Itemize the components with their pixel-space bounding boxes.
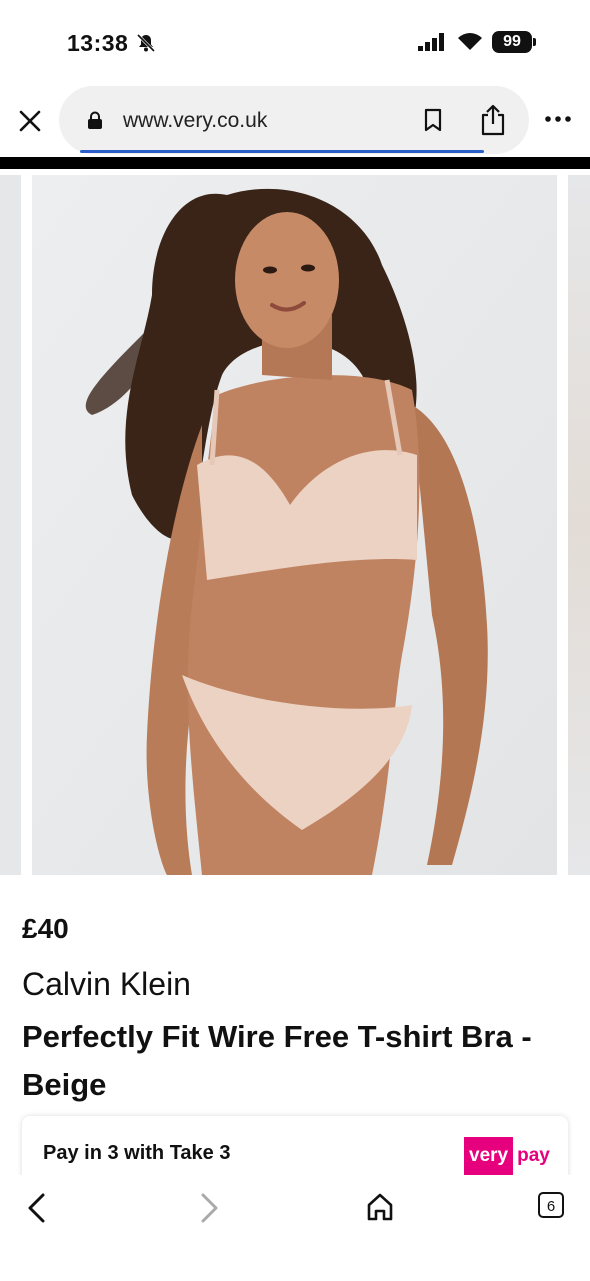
battery-indicator: 99 xyxy=(492,31,532,53)
lock-icon xyxy=(88,111,102,129)
site-header-strip xyxy=(0,157,590,169)
forward-icon[interactable] xyxy=(195,1192,221,1224)
product-image[interactable] xyxy=(32,175,557,875)
model-photo-illustration xyxy=(32,175,557,875)
more-icon[interactable] xyxy=(545,115,571,123)
status-bar: 13:38 99 xyxy=(0,0,590,86)
pay-logo-text: pay xyxy=(517,1145,550,1166)
very-logo-text: very xyxy=(464,1137,514,1175)
home-icon[interactable] xyxy=(366,1192,394,1222)
previous-product-image[interactable] xyxy=(0,175,21,875)
product-price: £40 xyxy=(22,913,69,944)
bookmark-icon[interactable] xyxy=(423,108,443,132)
next-product-image[interactable] xyxy=(568,175,590,875)
battery-tip xyxy=(533,38,536,46)
pay-in-3-text: Pay in 3 with Take 3 xyxy=(43,1142,231,1164)
browser-toolbar: 6 xyxy=(0,1175,590,1281)
signal-icon xyxy=(418,33,444,51)
page-load-progress xyxy=(80,150,484,153)
back-icon[interactable] xyxy=(25,1192,51,1224)
status-time: 13:38 xyxy=(67,30,129,56)
product-brand: Calvin Klein xyxy=(22,966,191,1002)
close-icon[interactable] xyxy=(14,105,46,137)
tabs-icon[interactable]: 6 xyxy=(538,1192,564,1218)
url-text[interactable]: www.very.co.uk xyxy=(123,109,267,133)
bell-muted-icon xyxy=(136,33,156,53)
product-image-gallery[interactable] xyxy=(0,169,590,875)
wifi-icon xyxy=(458,33,482,50)
very-pay-logo: very pay xyxy=(464,1137,550,1175)
share-icon[interactable] xyxy=(479,104,507,136)
product-title: Perfectly Fit Wire Free T-shirt Bra - Be… xyxy=(22,1019,532,1102)
